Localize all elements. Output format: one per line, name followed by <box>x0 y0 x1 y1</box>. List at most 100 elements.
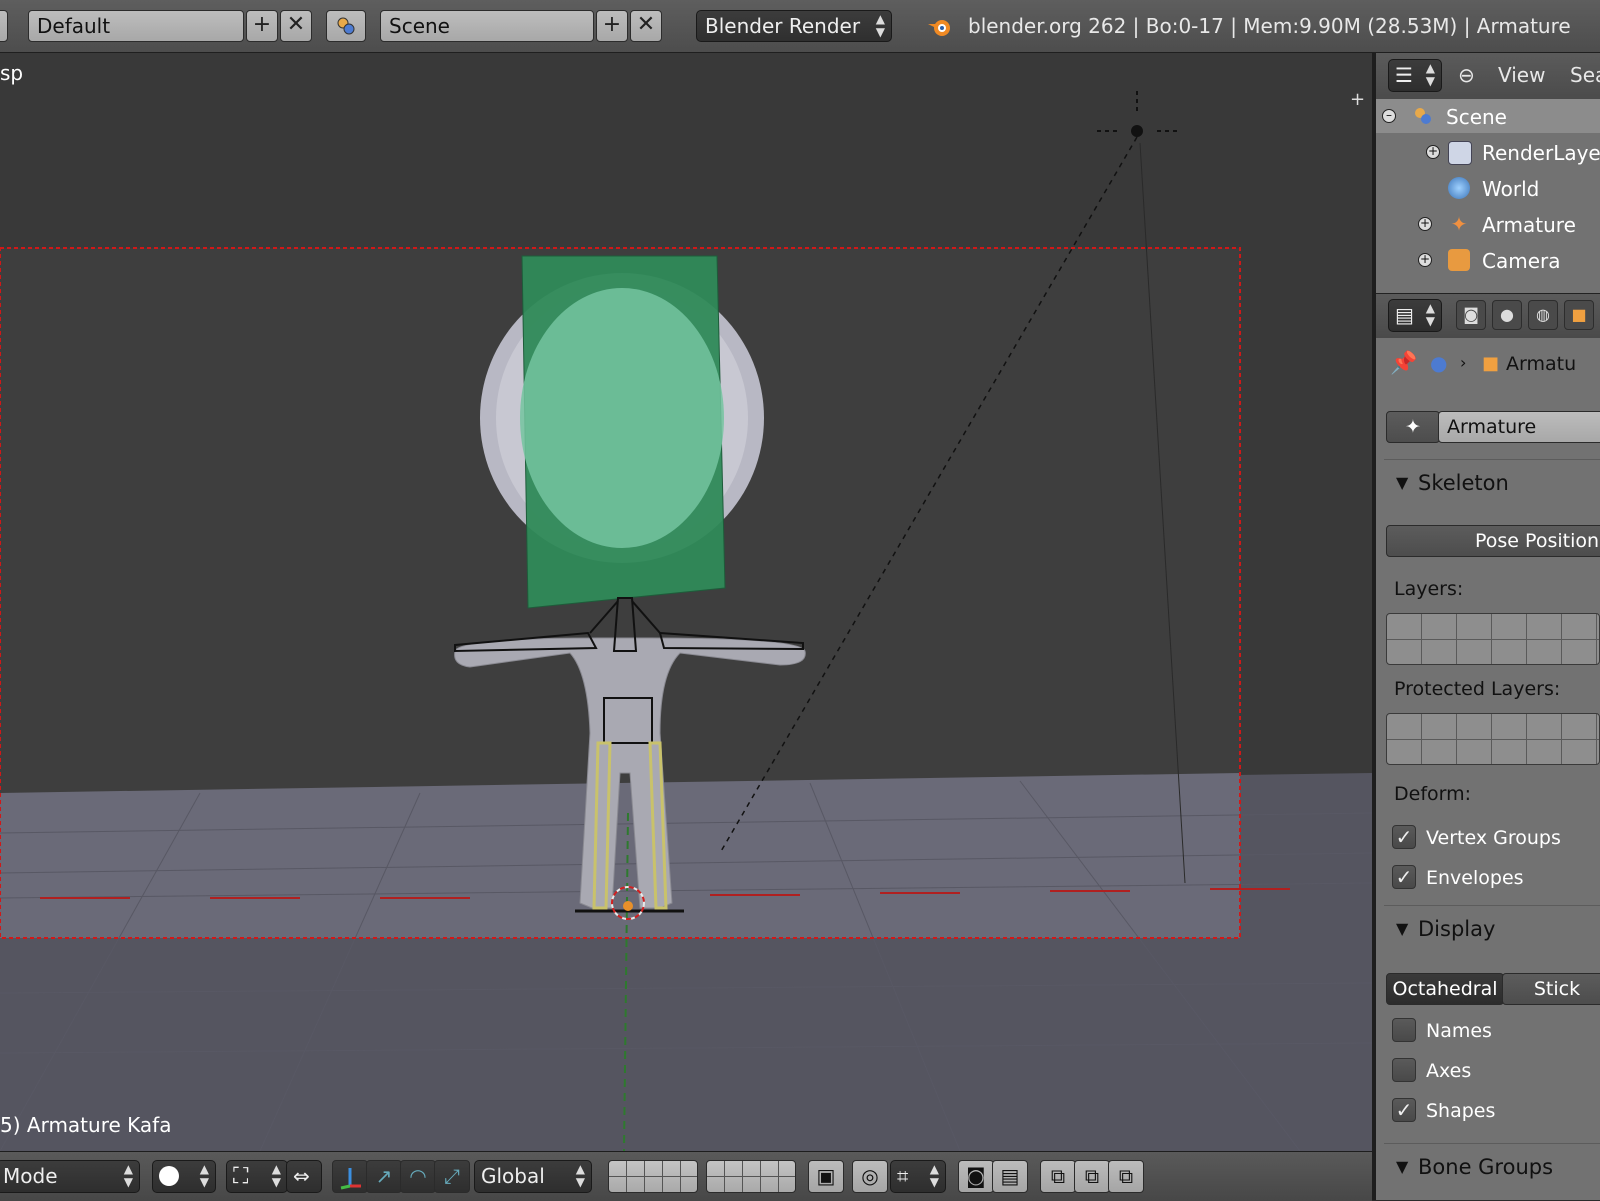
expand-icon[interactable]: + <box>1418 217 1432 231</box>
rotate-button[interactable]: ◠ <box>400 1160 436 1193</box>
octahedral-button[interactable]: Octahedral <box>1386 973 1504 1005</box>
render-engine-select[interactable]: Blender Render ▲ ▼ <box>696 10 892 42</box>
lamp-icon <box>1131 125 1143 137</box>
camera-icon <box>1448 249 1470 271</box>
blender-logo-icon <box>928 20 950 36</box>
vertex-groups-label: Vertex Groups <box>1426 827 1561 849</box>
stick-button[interactable]: Stick <box>1502 973 1600 1005</box>
render-layers-icon <box>1448 141 1472 165</box>
names-checkbox[interactable] <box>1392 1018 1416 1042</box>
outliner-item-scene[interactable]: – Scene <box>1376 99 1600 133</box>
octahedral-label: Octahedral <box>1392 978 1498 1000</box>
add-scene-button[interactable]: + <box>596 10 628 42</box>
shapes-checkbox[interactable]: ✓ <box>1392 1098 1416 1122</box>
checkmark-icon: ✓ <box>1395 1098 1413 1122</box>
outliner-search-menu[interactable]: Sea <box>1570 63 1600 87</box>
axes-label: Axes <box>1426 1060 1472 1082</box>
scale-icon: ⤢ <box>444 1164 460 1188</box>
outliner-item-world[interactable]: World <box>1376 171 1600 205</box>
paste-icon: ⧉ <box>1084 1164 1100 1188</box>
add-layout-button[interactable]: + <box>246 10 278 42</box>
pose-position-button[interactable]: Pose Position <box>1386 525 1600 557</box>
remove-layout-button[interactable]: ✕ <box>280 10 312 42</box>
outliner-item-armature[interactable]: + ✦ Armature <box>1376 207 1600 241</box>
close-icon: ✕ <box>286 12 306 37</box>
vertex-groups-checkbox[interactable]: ✓ <box>1392 825 1416 849</box>
world-tab-icon[interactable]: ◍ <box>1528 300 1558 330</box>
scene-tab-icon[interactable]: ● <box>1492 300 1522 330</box>
breadcrumb-arrow-icon: › <box>1460 353 1467 372</box>
world-icon <box>1448 177 1470 199</box>
bone-layers-grid[interactable] <box>1386 613 1600 665</box>
collapse-icon[interactable]: – <box>1382 109 1396 123</box>
section-separator <box>1384 905 1600 906</box>
manipulator-axes-button[interactable] <box>332 1160 368 1193</box>
orientation-label: Global <box>481 1164 545 1188</box>
snap-icon: ⌗ <box>897 1164 909 1188</box>
render-opengl-button[interactable]: ◙ <box>958 1160 994 1193</box>
manipulator-icon: ⇔ <box>293 1164 310 1188</box>
render-tab-icon[interactable]: ◙ <box>1456 300 1486 330</box>
view-name-label: sp <box>0 61 24 85</box>
pivot-select[interactable]: ⛶ ▲ ▼ <box>226 1160 288 1193</box>
expand-icon[interactable]: + <box>1426 145 1440 159</box>
envelopes-checkbox[interactable]: ✓ <box>1392 865 1416 889</box>
updown-arrows-icon: ▲ ▼ <box>199 1162 209 1189</box>
layers-label: Layers: <box>1394 578 1464 600</box>
paste-flipped-pose-button[interactable]: ⧉ <box>1108 1160 1144 1193</box>
axes-checkbox[interactable] <box>1392 1058 1416 1082</box>
section-separator <box>1384 459 1600 460</box>
layers-grid-b[interactable] <box>706 1160 796 1193</box>
snap-element-select[interactable]: ⌗ ▲ ▼ <box>890 1160 946 1193</box>
outliner-item-renderlayers[interactable]: + RenderLayers <box>1376 135 1600 169</box>
skeleton-panel-header[interactable]: ▼ Skeleton <box>1376 461 1600 507</box>
axes-icon <box>340 1168 361 1190</box>
proportional-edit-button[interactable]: ◎ <box>852 1160 888 1193</box>
render-animation-button[interactable]: ▤ <box>992 1160 1028 1193</box>
outliner-item-camera[interactable]: + Camera <box>1376 243 1600 277</box>
transform-orientation-select[interactable]: Global ▲ ▼ <box>474 1160 592 1193</box>
collapse-icon[interactable]: ⊖ <box>1458 63 1475 87</box>
mode-select[interactable]: Mode ▲ ▼ <box>0 1160 140 1193</box>
3d-viewport[interactable]: + sp 5) Armature Kafa <box>0 53 1372 1151</box>
viewport-shading-select[interactable]: ▲ ▼ <box>152 1160 216 1193</box>
editor-type-icon[interactable] <box>0 10 8 42</box>
lock-layers-button[interactable]: ▣ <box>808 1160 844 1193</box>
scene-browse-button[interactable] <box>326 10 366 42</box>
info-header: Default + ✕ Scene + ✕ Blender Render ▲ ▼ … <box>0 0 1600 53</box>
properties-editor-type-select[interactable]: ▤ ▲ ▼ <box>1388 299 1442 332</box>
translate-button[interactable]: ↗ <box>366 1160 402 1193</box>
object-icon: ■ <box>1482 353 1500 374</box>
display-panel-header[interactable]: ▼ Display <box>1376 907 1600 953</box>
protected-layers-grid[interactable] <box>1386 713 1600 765</box>
object-tab-icon[interactable]: ■ <box>1564 300 1594 330</box>
stick-label: Stick <box>1533 978 1581 1000</box>
outliner-editor-type-select[interactable]: ☰ ▲ ▼ <box>1388 59 1442 92</box>
outliner-item-label: Camera <box>1482 249 1561 273</box>
remove-scene-button[interactable]: ✕ <box>630 10 662 42</box>
scene-name-field[interactable]: Scene <box>380 10 594 42</box>
paste-pose-button[interactable]: ⧉ <box>1074 1160 1110 1193</box>
deform-label: Deform: <box>1394 783 1472 805</box>
checkmark-icon: ✓ <box>1395 825 1413 849</box>
layers-grid-a[interactable] <box>608 1160 698 1193</box>
pose-position-label: Pose Position <box>1475 530 1600 552</box>
manipulator-toggle[interactable]: ⇔ <box>286 1160 322 1193</box>
render-icon: ◙ <box>966 1164 986 1188</box>
envelopes-label: Envelopes <box>1426 867 1524 889</box>
armature-icon: ✦ <box>1450 212 1468 236</box>
outliner-view-menu[interactable]: View <box>1498 63 1545 87</box>
pin-icon[interactable]: 📌 <box>1390 351 1417 376</box>
collapse-triangle-icon: ▼ <box>1396 919 1409 938</box>
armature-name-field[interactable]: Armature <box>1438 411 1600 443</box>
rotate-icon: ◠ <box>409 1164 427 1188</box>
screen-layout-field[interactable]: Default <box>28 10 244 42</box>
outliner-item-label: RenderLayers <box>1482 141 1600 165</box>
copy-pose-button[interactable]: ⧉ <box>1040 1160 1076 1193</box>
bone-groups-panel-header[interactable]: ▼ Bone Groups <box>1376 1145 1600 1191</box>
expand-icon[interactable]: + <box>1418 253 1432 267</box>
outliner-panel: ☰ ▲▼ ⊖ View Sea – Scene + RenderLayers W… <box>1376 53 1600 293</box>
scale-button[interactable]: ⤢ <box>434 1160 470 1193</box>
close-icon: ✕ <box>636 12 656 37</box>
region-expand-icon[interactable]: + <box>1350 89 1365 110</box>
